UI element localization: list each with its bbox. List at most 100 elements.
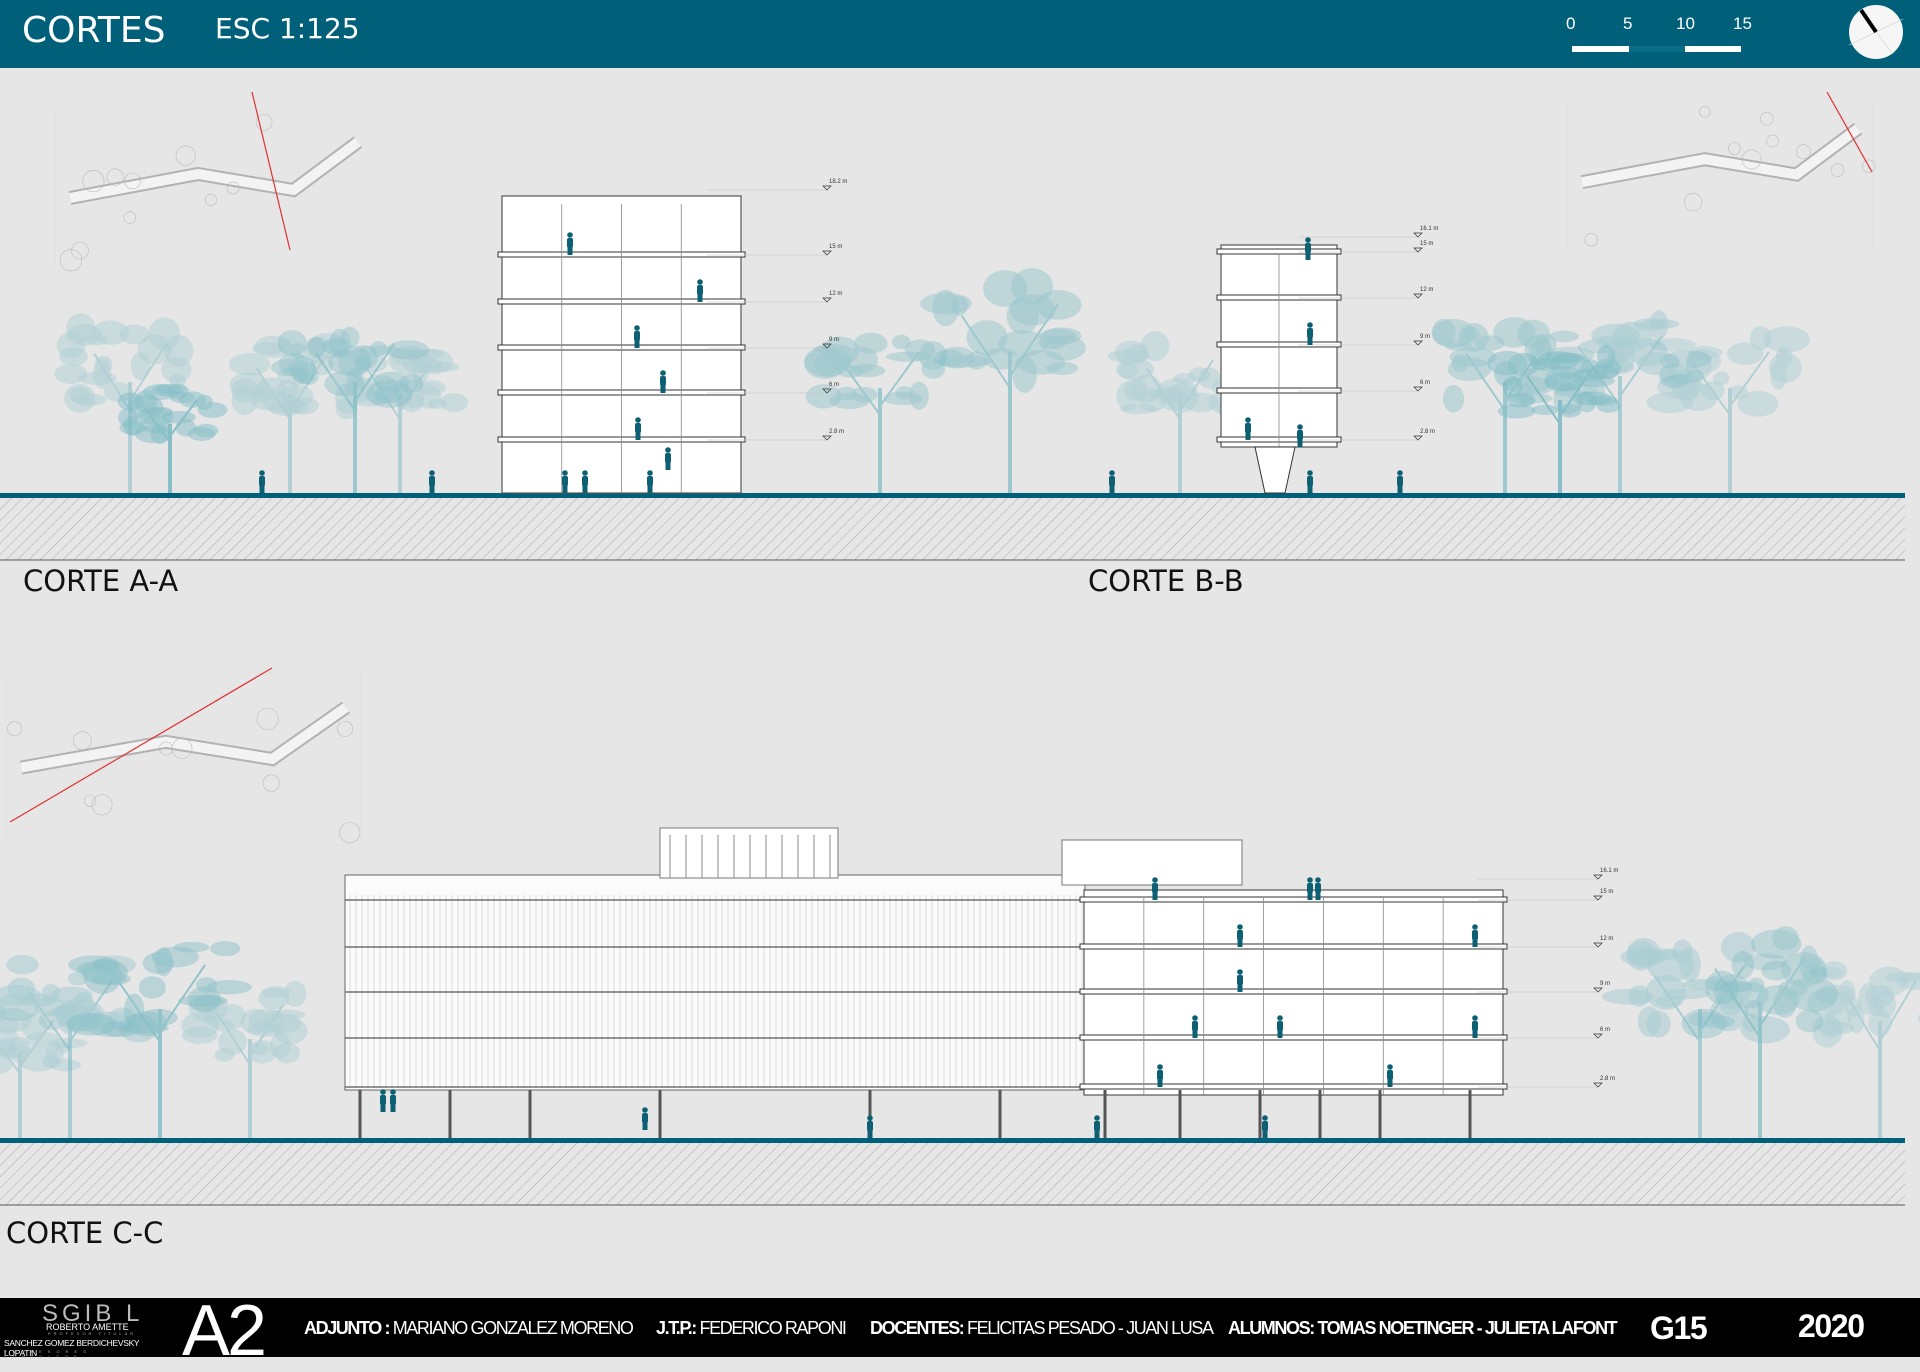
person-body xyxy=(1307,883,1313,893)
key-plan-tree xyxy=(1766,134,1779,148)
section-cut-line xyxy=(1826,91,1873,173)
tree-foliage xyxy=(126,1011,168,1037)
tree-foliage xyxy=(1461,326,1480,342)
year: 2020 xyxy=(1798,1308,1865,1344)
tree-foliage xyxy=(119,324,151,345)
key-plan-tree xyxy=(1699,106,1711,118)
tree-foliage xyxy=(813,344,851,355)
section-a-level-label: 6 m xyxy=(829,382,839,388)
adjunto: ADJUNTO : MARIANO GONZALEZ MORENO xyxy=(304,1318,634,1338)
person-legs xyxy=(1277,1030,1283,1038)
section-c-level-label: 2.8 m xyxy=(1600,1076,1615,1082)
tree-foliage xyxy=(210,941,241,957)
tree-foliage xyxy=(148,317,181,351)
scale-tick-15: 15 xyxy=(1733,14,1752,33)
person-silhouette xyxy=(1472,924,1478,947)
tree-foliage xyxy=(1747,977,1765,993)
person-silhouette xyxy=(660,370,666,393)
docentes: DOCENTES: FELICITAS PESADO - JUAN LUSA xyxy=(870,1318,1214,1338)
section-b-level-label: 6 m xyxy=(1420,380,1430,386)
tree-foliage xyxy=(416,384,442,409)
person-head xyxy=(660,370,666,376)
person-head xyxy=(567,232,573,238)
person-head xyxy=(647,470,653,476)
scale-bar-segment xyxy=(1685,46,1741,52)
key-plan xyxy=(54,109,374,272)
person-silhouette xyxy=(429,470,435,493)
tree-foliage xyxy=(1558,404,1582,418)
person-head xyxy=(1397,470,1403,476)
tree xyxy=(920,267,1086,496)
person-body xyxy=(380,1095,386,1105)
ground-line xyxy=(0,493,1905,498)
person-body xyxy=(259,476,265,486)
person-silhouette xyxy=(665,447,671,470)
tree xyxy=(804,332,948,496)
person-head xyxy=(1307,470,1313,476)
ground-hatch xyxy=(0,1143,1905,1205)
person-legs xyxy=(1387,1079,1393,1087)
chair-logo: SGIB L ROBERTO AMETTE PROFESOR TITULAR S… xyxy=(4,1300,144,1359)
person-silhouette xyxy=(1237,969,1243,992)
key-plan-tree xyxy=(1683,193,1703,212)
section-label-b: CORTE B-B xyxy=(1088,564,1244,598)
tree-foliage xyxy=(138,976,166,999)
level-marker-icon xyxy=(1413,232,1423,238)
key-plan-tree xyxy=(71,241,89,260)
person-body xyxy=(1237,975,1243,985)
group-number: G15 xyxy=(1650,1310,1708,1346)
person-body xyxy=(1472,1021,1478,1031)
person-body xyxy=(562,476,568,486)
person-legs xyxy=(1397,485,1403,493)
person-legs xyxy=(1245,432,1251,440)
person-body xyxy=(1192,1021,1198,1031)
tree-foliage xyxy=(983,347,1019,370)
person-legs xyxy=(1237,939,1243,947)
person-legs xyxy=(390,1104,396,1112)
person-body xyxy=(1315,883,1321,893)
tree-foliage xyxy=(1686,349,1722,374)
level-marker-icon xyxy=(822,250,832,256)
person-silhouette xyxy=(1192,1015,1198,1038)
tree-foliage xyxy=(218,1028,247,1055)
tree-foliage xyxy=(983,270,1028,307)
key-plan-tree xyxy=(83,794,97,807)
tree-foliage xyxy=(920,292,972,315)
tree-foliage xyxy=(6,955,39,975)
person-body xyxy=(867,1121,873,1131)
person-body xyxy=(1297,430,1303,440)
tree-foliage xyxy=(140,416,172,434)
tree-foliage xyxy=(1507,352,1540,377)
person-body xyxy=(1307,328,1313,338)
person-head xyxy=(1109,470,1115,476)
person-head xyxy=(697,279,703,285)
section-c-level-label: 16.1 m xyxy=(1600,868,1618,874)
person-legs xyxy=(1472,1030,1478,1038)
key-plan-tree xyxy=(204,193,217,206)
person-legs xyxy=(1472,939,1478,947)
header-bar: CORTES ESC 1:125 0 5 10 15 xyxy=(0,0,1920,68)
person-head xyxy=(1307,877,1313,883)
person-body xyxy=(429,476,435,486)
tree xyxy=(117,383,228,496)
person-body xyxy=(1305,243,1311,253)
person-legs xyxy=(380,1104,386,1112)
tree-foliage xyxy=(187,426,216,441)
person-silhouette xyxy=(1277,1015,1283,1038)
person-body xyxy=(1152,883,1158,893)
tree-foliage xyxy=(831,354,852,371)
person-body xyxy=(665,453,671,463)
tree-foliage xyxy=(1778,979,1809,998)
key-plan-tree xyxy=(59,249,83,272)
person-silhouette xyxy=(1262,1115,1268,1138)
level-marker-icon xyxy=(1593,1082,1603,1088)
person-body xyxy=(634,331,640,341)
person-head xyxy=(634,325,640,331)
section-cut-line xyxy=(9,667,273,823)
tree-foliage xyxy=(231,378,259,403)
person-legs xyxy=(1297,439,1303,447)
person-legs xyxy=(1307,892,1313,900)
tree-foliage xyxy=(220,1003,246,1030)
person-head xyxy=(1192,1015,1198,1021)
person-body xyxy=(390,1095,396,1105)
